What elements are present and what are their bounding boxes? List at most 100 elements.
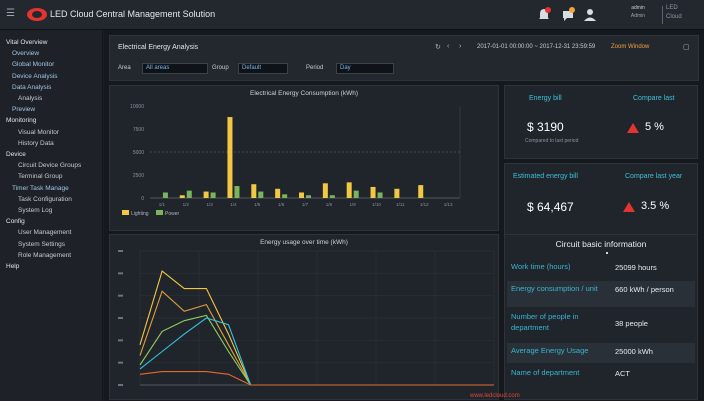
info-key: Number of people in department xyxy=(511,312,579,332)
sidebar-item[interactable]: Role Management xyxy=(0,251,103,261)
x-tick-label: 1/3 xyxy=(206,202,213,207)
sidebar-item[interactable]: History Data xyxy=(0,139,103,149)
line-chart-panel: Energy usage over time (kWh) xyxy=(109,234,499,400)
increase-arrow-icon xyxy=(627,123,639,133)
circuit-info-panel: Circuit basic information Work time (hou… xyxy=(504,234,698,400)
menu-icon[interactable]: ☰ xyxy=(6,9,18,19)
x-tick-label: 1/13 xyxy=(444,202,453,207)
sidebar-item[interactable]: Device Analysis xyxy=(0,72,103,82)
y-tick-mark xyxy=(118,272,123,275)
x-tick-label: 1/12 xyxy=(420,202,429,207)
bar xyxy=(322,183,328,198)
sidebar-item[interactable]: Task Configuration xyxy=(0,195,103,205)
group-select[interactable]: Default xyxy=(238,63,288,74)
x-tick-label: 1/9 xyxy=(350,202,357,207)
user-icon[interactable] xyxy=(582,6,598,24)
info-value: 38 people xyxy=(615,319,648,328)
x-tick-label: 1/7 xyxy=(302,202,309,207)
x-tick-label: 1/8 xyxy=(326,202,333,207)
brand-logo xyxy=(27,8,47,21)
top-divider xyxy=(662,6,663,24)
bar xyxy=(275,188,281,198)
refresh-icon[interactable]: ↻ xyxy=(435,43,443,53)
info-key: Average Energy Usage xyxy=(511,346,589,355)
footer-link[interactable]: www.ledcloud.com xyxy=(470,393,520,399)
user-name: admin xyxy=(631,5,645,11)
sidebar-item[interactable]: Terminal Group xyxy=(0,172,103,182)
legend-label: Power xyxy=(165,211,180,217)
bar xyxy=(203,191,209,198)
x-tick-label: 1/10 xyxy=(372,202,381,207)
expand-icon[interactable]: ▢ xyxy=(683,43,691,53)
x-tick-label: 1/5 xyxy=(254,202,261,207)
sidebar-item[interactable]: Preview xyxy=(0,105,103,115)
sidebar-item[interactable]: Vital Overview xyxy=(0,38,103,48)
brand-block: LED Cloud xyxy=(666,4,702,26)
main-content: Electrical Energy Analysis ↻ ‹ › 2017-01… xyxy=(104,30,704,401)
y-tick-mark xyxy=(118,317,123,319)
energy-bill-change: 5 % xyxy=(645,121,664,133)
sidebar-item[interactable]: Analysis xyxy=(0,94,103,104)
next-icon[interactable]: › xyxy=(459,43,467,53)
energy-bill-value: $ 3190 xyxy=(527,120,564,134)
prev-icon[interactable]: ‹ xyxy=(447,43,455,53)
message-icon[interactable] xyxy=(560,6,576,24)
bar xyxy=(299,192,304,198)
bar xyxy=(227,117,233,198)
info-key: Work time (hours) xyxy=(511,262,571,271)
bar xyxy=(346,182,352,198)
area-label: Area xyxy=(118,65,131,71)
bar xyxy=(162,192,168,198)
sidebar-item[interactable]: Data Analysis xyxy=(0,83,103,93)
estimated-bill-change: 3.5 % xyxy=(641,200,670,212)
energy-bill-subtext: Compared to last period xyxy=(525,138,579,144)
zoom-window-link[interactable]: Zoom Window xyxy=(611,44,649,50)
area-select[interactable]: All areas xyxy=(142,63,208,74)
bar xyxy=(377,192,383,198)
y-tick-label: 10000 xyxy=(130,104,144,110)
info-row: Name of department ACT xyxy=(507,365,695,385)
bar xyxy=(394,188,400,198)
x-tick-label: 1/4 xyxy=(230,202,237,207)
sidebar-item[interactable]: User Management xyxy=(0,228,103,238)
period-field: Period Day xyxy=(306,63,406,74)
estimated-bill-card: Estimated energy bill Compare last year … xyxy=(504,163,698,237)
sidebar-item[interactable]: Monitoring xyxy=(0,116,103,126)
y-tick-label: 7500 xyxy=(133,127,144,133)
estimated-bill-label: Estimated energy bill xyxy=(513,173,578,180)
info-key: Name of department xyxy=(511,368,580,377)
sidebar-item[interactable]: Circuit Device Groups xyxy=(0,161,103,171)
info-value: ACT xyxy=(615,369,630,378)
sidebar-item[interactable]: Visual Monitor xyxy=(0,128,103,138)
top-bar: ☰ LED Cloud Central Management Solution … xyxy=(0,0,704,30)
sidebar-item[interactable]: Device xyxy=(0,150,103,160)
filter-tools: ↻ ‹ › 2017-01-01 00:00:00 ~ 2017-12-31 2… xyxy=(435,43,697,55)
info-row: Number of people in department 38 people xyxy=(507,309,695,341)
user-info[interactable]: admin Admin xyxy=(620,4,656,26)
sidebar-item[interactable]: Overview xyxy=(0,49,103,59)
sidebar-item[interactable]: Config xyxy=(0,217,103,227)
info-row: Work time (hours) 25099 hours xyxy=(507,259,695,279)
info-value: 25000 kWh xyxy=(615,347,653,356)
x-tick-label: 1/1 xyxy=(159,202,166,207)
period-select[interactable]: Day xyxy=(336,63,394,74)
sidebar-item[interactable]: Global Monitor xyxy=(0,60,103,70)
bar xyxy=(370,186,376,198)
bar xyxy=(251,184,257,198)
bar xyxy=(258,191,264,198)
legend-label: Lighting xyxy=(131,211,149,217)
sidebar-item[interactable]: Help xyxy=(0,262,103,272)
info-row: Average Energy Usage 25000 kWh xyxy=(507,343,695,363)
bar xyxy=(329,195,335,198)
y-tick-mark xyxy=(118,339,123,342)
brand-line-1: LED xyxy=(666,5,678,11)
bar xyxy=(418,185,424,198)
bar-chart-panel: Electrical Energy Consumption (kWh) 1000… xyxy=(109,85,499,231)
date-range[interactable]: 2017-01-01 00:00:00 ~ 2017-12-31 23:59:5… xyxy=(477,44,595,50)
sidebar-item[interactable]: System Settings xyxy=(0,240,103,250)
sidebar-item[interactable]: Timer Task Manage xyxy=(0,184,103,194)
bar xyxy=(306,195,311,198)
sidebar-item[interactable]: System Log xyxy=(0,206,103,216)
bell-icon[interactable] xyxy=(536,6,552,24)
bar xyxy=(210,192,216,198)
